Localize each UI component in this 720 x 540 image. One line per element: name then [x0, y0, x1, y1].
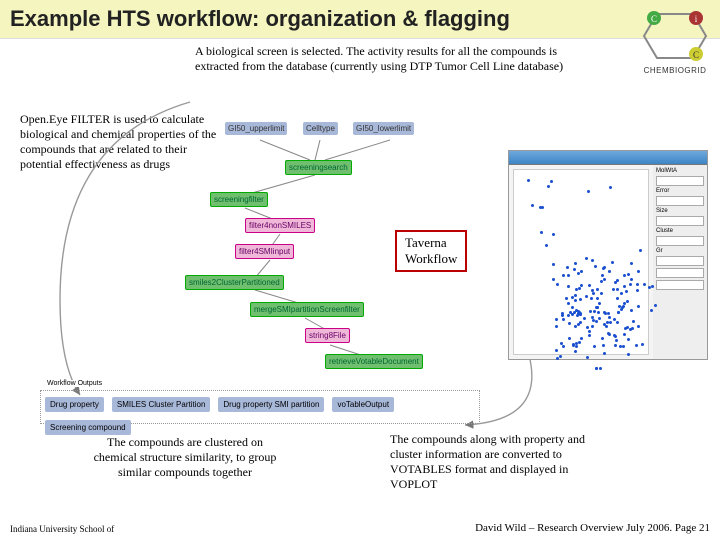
svg-text:C: C — [693, 50, 699, 60]
cluster-text: The compounds are clustered on chemical … — [85, 435, 285, 480]
wf-outputs-label: Workflow Outputs — [44, 380, 105, 387]
wf-input: GI50_lowerlimit — [353, 122, 414, 135]
chembiogrid-logo: C i C CHEMBIOGRID — [640, 6, 710, 75]
side-label: MolWtA — [656, 168, 704, 174]
logo-label: CHEMBIOGRID — [640, 66, 710, 75]
wf-output: SMILES Cluster Partition — [112, 397, 210, 412]
page-title: Example HTS workflow: organization & fla… — [10, 6, 710, 32]
wf-node: smiles2ClusterPartitioned — [185, 275, 284, 290]
side-label: Error — [656, 188, 704, 194]
workflow-diagram: GI50_upperlimit Celltype GI50_lowerlimit… — [155, 120, 485, 420]
side-label: Cluste — [656, 228, 704, 234]
voplot-titlebar — [509, 151, 707, 165]
wf-input: GI50_upperlimit — [225, 122, 287, 135]
wf-node: screeningfilter — [210, 192, 268, 207]
side-control[interactable] — [656, 268, 704, 278]
svg-text:C: C — [651, 14, 657, 24]
wf-node: filter4nonSMILES — [245, 218, 315, 233]
title-bar: Example HTS workflow: organization & fla… — [0, 0, 720, 39]
wf-output: Screening compound — [45, 420, 131, 435]
footer-right: David Wild – Research Overview July 2006… — [475, 522, 710, 534]
wf-node: screeningsearch — [285, 160, 352, 175]
footer-left: Indiana University School of — [10, 524, 114, 534]
side-control[interactable] — [656, 196, 704, 206]
side-label: Size — [656, 208, 704, 214]
side-label: Gr — [656, 248, 704, 254]
logo-hex-icon: C i C — [640, 6, 710, 66]
side-control[interactable] — [656, 176, 704, 186]
scatter-plot-area — [513, 169, 649, 355]
intro-text: A biological screen is selected. The act… — [195, 44, 585, 74]
wf-outputs-container: Drug property SMILES Cluster Partition D… — [40, 390, 480, 424]
side-control[interactable] — [656, 280, 704, 290]
side-control[interactable] — [656, 256, 704, 266]
wf-output: Drug property SMI partition — [218, 397, 324, 412]
voplot-side-panel: MolWtA Error Size Cluste Gr — [653, 165, 707, 359]
side-control[interactable] — [656, 236, 704, 246]
wf-node: retrieveVotableDocument — [325, 354, 423, 369]
voplot-window: MolWtA Error Size Cluste Gr — [508, 150, 708, 360]
wf-output: voTableOutput — [332, 397, 394, 412]
wf-output: Drug property — [45, 397, 104, 412]
votables-text: The compounds along with property and cl… — [390, 432, 610, 492]
wf-input: Celltype — [303, 122, 338, 135]
wf-node: string8File — [305, 328, 350, 343]
side-control[interactable] — [656, 216, 704, 226]
wf-node: filter4SMIinput — [235, 244, 294, 259]
wf-node: mergeSMIpartitionScreenfilter — [250, 302, 364, 317]
